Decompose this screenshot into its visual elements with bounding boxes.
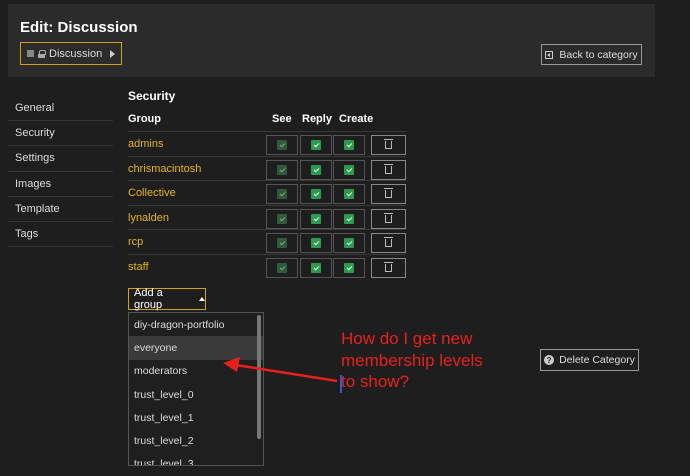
annotation-arrow-head: [223, 357, 240, 372]
annotation-arrow-line: [235, 363, 338, 383]
annotation-line: to show?: [341, 372, 410, 391]
annotation-line: How do I get new: [341, 329, 473, 348]
text-cursor: [340, 375, 342, 393]
annotation-line: membership levels: [341, 350, 483, 370]
annotation-arrow: [223, 357, 338, 383]
annotation-text: How do I get new membership levels to sh…: [341, 328, 541, 393]
